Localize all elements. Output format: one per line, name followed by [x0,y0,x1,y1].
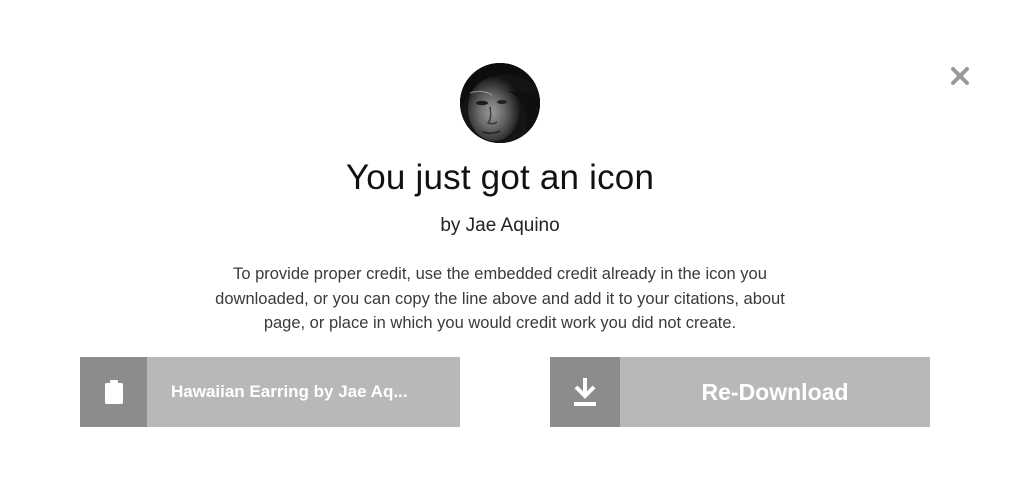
author-avatar [460,63,540,143]
close-button[interactable] [948,64,972,88]
re-download-icon-cell [550,357,620,427]
credit-description: To provide proper credit, use the embedd… [215,265,785,332]
re-download-label: Re-Download [701,378,849,405]
re-download-button[interactable]: Re-Download [550,357,930,427]
credit-modal: You just got an icon by Jae Aquino To pr… [0,0,1013,499]
copy-credit-label: Hawaiian Earring by Jae Aq... [171,382,408,401]
modal-title: You just got an icon [345,158,655,197]
copy-credit-icon-cell [80,357,147,427]
download-icon [574,378,596,406]
close-icon [951,67,969,85]
copy-credit-button[interactable]: Hawaiian Earring by Jae Aq... [80,357,460,427]
author-credit: by Jae Aquino [440,215,560,236]
clipboard-icon [104,380,123,404]
